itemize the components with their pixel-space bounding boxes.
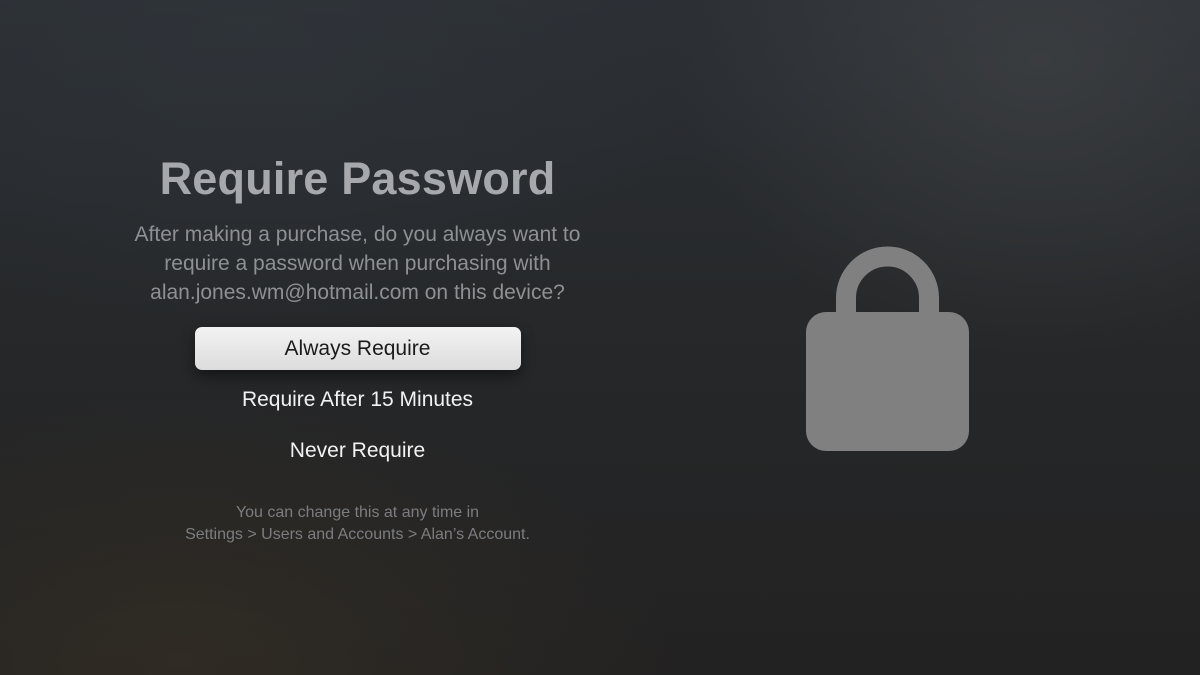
require-password-dialog: Require Password After making a purchase… <box>100 150 615 546</box>
footnote-line: You can change this at any time in <box>235 504 480 521</box>
dialog-message: After making a purchase, do you always w… <box>100 220 615 307</box>
dialog-message-line: alan.jones.wm@hotmail.com on this device… <box>150 281 565 304</box>
dialog-message-line: After making a purchase, do you always w… <box>134 223 581 246</box>
never-require-button[interactable]: Never Require <box>195 429 521 472</box>
dialog-title: Require Password <box>159 153 556 204</box>
footnote-line: Settings > Users and Accounts > Alan’s A… <box>185 526 530 543</box>
lock-icon <box>806 246 969 451</box>
password-options-list: Always Require Require After 15 Minutes … <box>100 327 615 480</box>
dialog-message-line: require a password when purchasing with <box>164 252 551 275</box>
settings-footnote: You can change this at any time in Setti… <box>100 502 615 546</box>
require-after-15-minutes-button[interactable]: Require After 15 Minutes <box>195 378 521 421</box>
always-require-button[interactable]: Always Require <box>194 327 521 370</box>
